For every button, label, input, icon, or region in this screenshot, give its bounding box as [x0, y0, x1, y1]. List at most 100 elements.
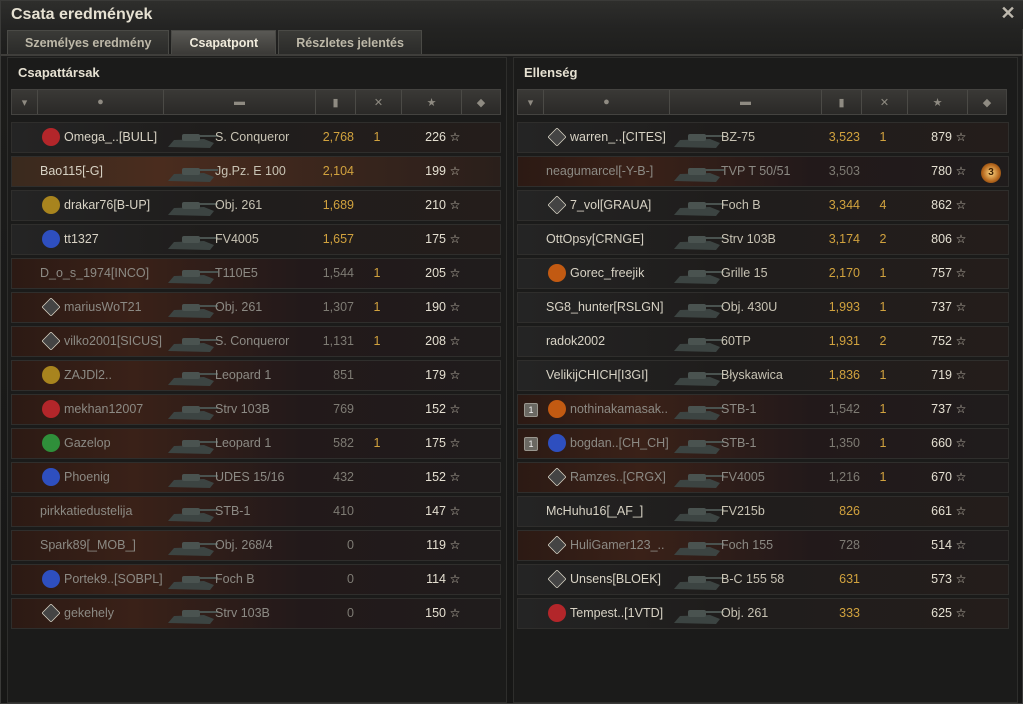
- damage-value: 3,344: [828, 198, 860, 212]
- tank-icon: [670, 293, 726, 322]
- player-row[interactable]: drakar76[B-UP] Obj. 261 1,689 210 ☆: [11, 190, 501, 221]
- player-row[interactable]: 1 bogdan..[CH_CH] STB-1 1,350 1 660 ☆: [517, 428, 1009, 459]
- player-name[interactable]: neagumarcel[-Y-B-]: [546, 157, 686, 186]
- tab-personal-results[interactable]: Személyes eredmény: [7, 30, 170, 54]
- platoon-badge-icon: 1: [524, 395, 542, 424]
- frags-value: [873, 599, 893, 628]
- player-row[interactable]: McHuhu16[_AF_] FV215b 826 661 ☆: [517, 496, 1009, 527]
- star-icon: ☆: [955, 164, 967, 178]
- player-row[interactable]: Phoenig UDES 15/16 432 152 ☆: [11, 462, 501, 493]
- xp-value: 208: [425, 334, 446, 348]
- player-row[interactable]: neagumarcel[-Y-B-] TVP T 50/51 3,503 780 ☆ 3: [517, 156, 1009, 187]
- player-row[interactable]: mariusWoT21 Obj. 261 1,307 1 190 ☆: [11, 292, 501, 323]
- player-name[interactable]: VelikijCHICH[I3GI]: [546, 361, 686, 390]
- damage-value: 0: [347, 538, 354, 552]
- damage-value: 2,104: [322, 164, 354, 178]
- damage-value: 1,131: [322, 334, 354, 348]
- player-row[interactable]: Omega_..[BULL] S. Conqueror 2,768 1 226 ☆: [11, 122, 501, 153]
- player-row[interactable]: OttOpsy[CRNGE] Strv 103B 3,174 2 806 ☆: [517, 224, 1009, 255]
- player-name[interactable]: OttOpsy[CRNGE]: [546, 225, 686, 254]
- player-row[interactable]: Portek9..[SOBPL] Foch B 0 114 ☆: [11, 564, 501, 595]
- platoon-icon[interactable]: ▾: [518, 90, 544, 114]
- player-row[interactable]: Tempest..[1VTD] Obj. 261 333 625 ☆: [517, 598, 1009, 629]
- damage-value: 728: [839, 538, 860, 552]
- xp-value: 737: [931, 402, 952, 416]
- clan-emblem-icon: [544, 259, 570, 288]
- medal-icon[interactable]: ◆: [968, 90, 1006, 114]
- player-row[interactable]: mekhan12007 Strv 103B 769 152 ☆: [11, 394, 501, 425]
- close-icon[interactable]: ✕: [998, 3, 1018, 23]
- xp-icon[interactable]: ★: [908, 90, 968, 114]
- frags-icon[interactable]: ✕: [356, 90, 402, 114]
- xp-value: 114: [426, 572, 446, 586]
- damage-value: 1,931: [828, 334, 860, 348]
- star-icon: ☆: [449, 368, 461, 382]
- player-row[interactable]: SG8_hunter[RSLGN] Obj. 430U 1,993 1 737 ☆: [517, 292, 1009, 323]
- vehicle-icon[interactable]: ▬: [670, 90, 822, 114]
- player-row[interactable]: pirkkatiedustelija STB-1 410 147 ☆: [11, 496, 501, 527]
- allies-panel: Csapattársak ▾ ● ▬ ▮ ✕ ★ ◆ Omega_..[BULL] S. Co…: [7, 57, 507, 703]
- player-row[interactable]: gekehely Strv 103B 0 150 ☆: [11, 598, 501, 629]
- frags-value: 1: [373, 266, 381, 280]
- clan-emblem-icon: [38, 599, 64, 628]
- player-row[interactable]: Gorec_freejik Grille 15 2,170 1 757 ☆: [517, 258, 1009, 289]
- battle-results-window: Csata eredmények ✕ Személyes eredmény Cs…: [0, 0, 1023, 704]
- frags-value: [873, 565, 893, 594]
- damage-icon[interactable]: ▮: [822, 90, 862, 114]
- player-row[interactable]: tt1327 FV4005 1,657 175 ☆: [11, 224, 501, 255]
- damage-value: 3,503: [828, 164, 860, 178]
- player-name[interactable]: SG8_hunter[RSLGN]: [546, 293, 686, 322]
- player-row[interactable]: Spark89[_MOB_] Obj. 268/4 0 119 ☆: [11, 530, 501, 561]
- player-row[interactable]: vilko2001[SICUS] S. Conqueror 1,131 1 208 ☆: [11, 326, 501, 357]
- player-row[interactable]: Ramzes..[CRGX] FV4005 1,216 1 670 ☆: [517, 462, 1009, 493]
- xp-value: 806: [931, 232, 952, 246]
- player-name[interactable]: radok2002: [546, 327, 686, 356]
- tab-team-score[interactable]: Csapatpont: [171, 30, 277, 54]
- player-name[interactable]: Spark89[_MOB_]: [40, 531, 180, 560]
- tank-icon: [670, 599, 726, 628]
- tank-icon: [164, 429, 220, 458]
- tank-icon: [670, 327, 726, 356]
- clan-emblem-icon: [544, 599, 570, 628]
- damage-value: 1,657: [322, 232, 354, 246]
- player-row[interactable]: 1 nothinakamasak.. STB-1 1,542 1 737 ☆: [517, 394, 1009, 425]
- tank-icon: [164, 497, 220, 526]
- player-row[interactable]: Gazelop Leopard 1 582 1 175 ☆: [11, 428, 501, 459]
- star-icon: ☆: [955, 572, 967, 586]
- player-name[interactable]: McHuhu16[_AF_]: [546, 497, 686, 526]
- player-row[interactable]: VelikijCHICH[I3GI] Błyskawica 1,836 1 719 ☆: [517, 360, 1009, 391]
- frags-icon[interactable]: ✕: [862, 90, 908, 114]
- damage-value: 432: [333, 470, 354, 484]
- player-row[interactable]: ZAJDl2.. Leopard 1 851 179 ☆: [11, 360, 501, 391]
- damage-value: 1,689: [322, 198, 354, 212]
- allies-column-header: ▾ ● ▬ ▮ ✕ ★ ◆: [11, 89, 501, 115]
- medal-icon[interactable]: 3: [980, 157, 1002, 186]
- star-icon: ☆: [449, 402, 461, 416]
- star-icon: ☆: [955, 368, 967, 382]
- player-row[interactable]: Unsens[BLOEK] B-C 155 58 631 573 ☆: [517, 564, 1009, 595]
- player-row[interactable]: D_o_s_1974[INCO] T110E5 1,544 1 205 ☆: [11, 258, 501, 289]
- player-icon[interactable]: ●: [544, 90, 670, 114]
- clan-emblem-icon: [38, 463, 64, 492]
- player-name[interactable]: pirkkatiedustelija: [40, 497, 180, 526]
- player-row[interactable]: warren_..[CITES] BZ-75 3,523 1 879 ☆: [517, 122, 1009, 153]
- player-row[interactable]: HuliGamer123_.. Foch 155 728 514 ☆: [517, 530, 1009, 561]
- tank-icon: [164, 225, 220, 254]
- player-row[interactable]: radok2002 60TP 1,931 2 752 ☆: [517, 326, 1009, 357]
- damage-icon[interactable]: ▮: [316, 90, 356, 114]
- tab-detailed-report[interactable]: Részletes jelentés: [278, 30, 422, 54]
- damage-value: 2,170: [828, 266, 860, 280]
- xp-icon[interactable]: ★: [402, 90, 462, 114]
- player-name[interactable]: Bao115[-G]: [40, 157, 180, 186]
- medal-icon[interactable]: ◆: [462, 90, 500, 114]
- tank-icon: [670, 157, 726, 186]
- player-name[interactable]: D_o_s_1974[INCO]: [40, 259, 180, 288]
- player-icon[interactable]: ●: [38, 90, 164, 114]
- tank-icon: [670, 463, 726, 492]
- xp-value: 152: [425, 402, 446, 416]
- clan-emblem-icon: [38, 395, 64, 424]
- player-row[interactable]: Bao115[-G] Jg.Pz. E 100 2,104 199 ☆: [11, 156, 501, 187]
- player-row[interactable]: 7_vol[GRAUA] Foch B 3,344 4 862 ☆: [517, 190, 1009, 221]
- platoon-icon[interactable]: ▾: [12, 90, 38, 114]
- vehicle-icon[interactable]: ▬: [164, 90, 316, 114]
